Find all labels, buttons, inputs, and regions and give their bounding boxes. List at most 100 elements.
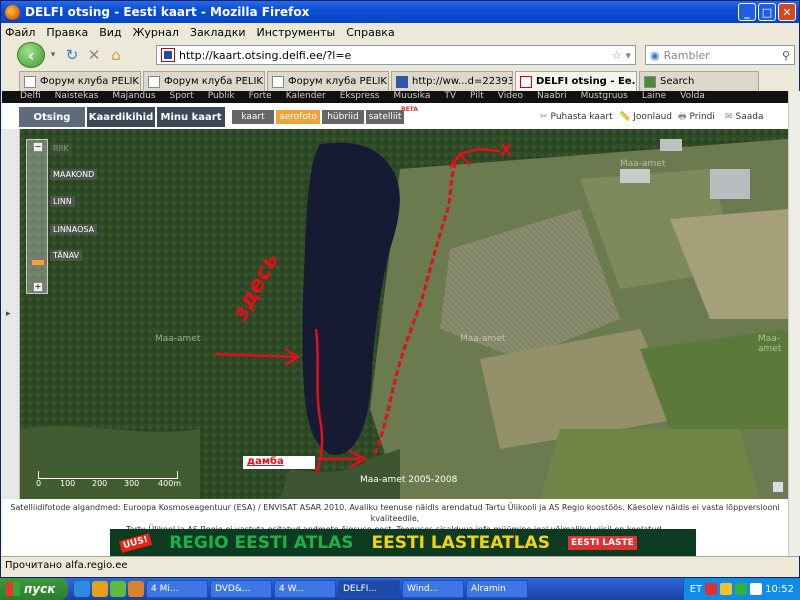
site-nav-item[interactable]: Kalender (286, 91, 326, 103)
site-favicon (161, 48, 175, 62)
ruler-button[interactable]: 📏 Joonlaud (619, 109, 672, 125)
taskbar-item[interactable]: Wind... (402, 580, 464, 598)
maximize-button[interactable]: □ (758, 3, 776, 21)
tab-otsing[interactable]: Otsing (19, 107, 85, 127)
layer-kaart[interactable]: kaart (232, 110, 274, 124)
tab-minu-kaart[interactable]: Minu kaart (157, 107, 225, 127)
action-label: Puhasta kaart (550, 112, 613, 122)
side-panel-toggle[interactable]: ▸ (2, 129, 20, 499)
taskbar-item[interactable]: DVD&... (210, 580, 272, 598)
antivirus-icon[interactable] (705, 583, 718, 595)
page-icon (396, 75, 408, 88)
taskbar-item[interactable]: 4 Mi... (146, 580, 208, 598)
zoom-level-riik[interactable]: RIIK (50, 143, 72, 154)
start-button[interactable]: пуск (0, 578, 68, 600)
desktop-icon[interactable] (74, 581, 90, 597)
language-indicator[interactable]: ET (690, 584, 702, 595)
site-nav-item[interactable]: Naabri (537, 91, 567, 103)
clear-map-button[interactable]: ✂ Puhasta kaart (540, 109, 613, 125)
volume-icon[interactable] (750, 583, 763, 595)
overview-toggle-icon[interactable] (772, 481, 784, 493)
watermark: Maa-amet (155, 334, 201, 344)
url-dropdown-icon[interactable]: ▾ (625, 49, 635, 62)
site-navigation: Delfi Naistekas Majandus Sport Publik Fo… (2, 91, 788, 103)
windows-flag-icon (6, 582, 20, 596)
zoom-level-maakond[interactable]: MAAKOND (50, 169, 98, 180)
app-icon[interactable] (110, 581, 126, 597)
tab-delfi[interactable]: DELFI otsing - Ee...✕ (515, 71, 637, 91)
send-button[interactable]: ✉ Saada (725, 109, 764, 125)
tab-strip: Форум клуба PELIK... Форум клуба PELIK..… (1, 69, 799, 91)
tab-forum-3[interactable]: Форум клуба PELIK... (267, 71, 389, 91)
menu-history[interactable]: Журнал (133, 26, 179, 39)
menu-edit[interactable]: Правка (46, 26, 88, 39)
menu-file[interactable]: Файл (5, 26, 35, 39)
home-icon[interactable]: ⌂ (105, 44, 127, 66)
aerial-map[interactable]: здесь дамба Maa-amet Maa-amet Maa-amet M… (20, 129, 788, 499)
zoom-level-linn[interactable]: LINN (50, 196, 75, 207)
history-dropdown-icon[interactable]: ▾ (45, 46, 61, 64)
network-icon[interactable] (720, 583, 733, 595)
site-nav-item[interactable]: Mustgruus (581, 91, 628, 103)
menu-bookmarks[interactable]: Закладки (190, 26, 246, 39)
site-nav-item[interactable]: Volda (680, 91, 705, 103)
site-nav-item[interactable]: Publik (208, 91, 235, 103)
menu-help[interactable]: Справка (346, 26, 394, 39)
tab-search[interactable]: Search (639, 71, 759, 91)
taskbar-item[interactable]: Alramin (466, 580, 528, 598)
back-arrow-icon[interactable]: ‹ (17, 42, 45, 68)
zoom-handle[interactable] (31, 259, 45, 266)
page-content: Delfi Naistekas Majandus Sport Publik Fo… (2, 91, 788, 556)
url-bar[interactable]: http://kaart.otsing.delfi.ee/?l=e ☆ ▾ (156, 45, 636, 65)
site-nav-item[interactable]: Pilt (470, 91, 484, 103)
layer-aerofoto[interactable]: aerofoto (276, 110, 320, 124)
search-bar[interactable]: ◉ Rambler ⚲ (645, 45, 795, 65)
tab-label: http://ww...d=223935 (412, 76, 513, 87)
menu-view[interactable]: Вид (99, 26, 121, 39)
reload-icon[interactable]: ↻ (61, 44, 83, 66)
site-nav-item[interactable]: TV (444, 91, 456, 103)
tray-app-icon[interactable] (735, 583, 748, 595)
site-nav-item[interactable]: Forte (249, 91, 272, 103)
layer-satelliit[interactable]: satelliit (366, 110, 404, 124)
start-label: пуск (24, 582, 56, 596)
taskbar-item[interactable]: DELFI... (338, 580, 400, 598)
tab-http[interactable]: http://ww...d=223935 (391, 71, 513, 91)
site-nav-item[interactable]: Ekspress (340, 91, 380, 103)
site-nav-item[interactable]: Muusika (393, 91, 430, 103)
site-nav-item[interactable]: Laine (642, 91, 666, 103)
site-nav-item[interactable]: Naistekas (55, 91, 99, 103)
dam-label: дамба (243, 456, 315, 469)
tab-forum-1[interactable]: Форум клуба PELIK... (19, 71, 141, 91)
tab-forum-2[interactable]: Форум клуба PELIK... (143, 71, 265, 91)
banner-book-cover: EESTI LASTE (567, 535, 637, 550)
site-nav-item[interactable]: Delfi (20, 91, 41, 103)
stop-icon[interactable]: ✕ (83, 44, 105, 66)
tab-label: Форум клуба PELIK... (40, 76, 141, 87)
beta-badge: BETA (401, 106, 418, 113)
taskbar-item[interactable]: 4 W... (274, 580, 336, 598)
close-button[interactable]: ✕ (778, 3, 796, 21)
layer-hybriid[interactable]: hübriid (322, 110, 364, 124)
tab-kaardikihid[interactable]: Kaardikihid (87, 107, 155, 127)
zoom-level-linnaosa[interactable]: LINNAOSA (50, 224, 98, 235)
zoom-level-tanav[interactable]: TÄNAV (50, 250, 83, 261)
search-engine-icon[interactable]: ◉ (650, 49, 660, 62)
menu-tools[interactable]: Инструменты (257, 26, 336, 39)
regio-banner[interactable]: UUS! REGIO EESTI ATLAS EESTI LASTEATLAS … (110, 529, 696, 556)
vertical-scrollbar[interactable] (788, 91, 800, 556)
bookmark-star-icon[interactable]: ☆ (612, 49, 626, 62)
watermark: Maa-amet (620, 159, 666, 169)
zoom-in-icon[interactable]: − (33, 142, 43, 152)
zoom-slider[interactable]: − + (26, 139, 48, 294)
site-nav-item[interactable]: Video (498, 91, 523, 103)
zoom-out-icon[interactable]: + (33, 282, 43, 292)
page-icon (644, 75, 656, 88)
search-icon[interactable]: ⚲ (782, 49, 794, 62)
site-nav-item[interactable]: Majandus (112, 91, 155, 103)
browser-icon[interactable] (92, 581, 108, 597)
minimize-button[interactable]: _ (738, 3, 756, 21)
print-button[interactable]: 🖶 Prindi (678, 109, 715, 125)
site-nav-item[interactable]: Sport (170, 91, 194, 103)
firefox-quick-icon[interactable] (128, 581, 144, 597)
